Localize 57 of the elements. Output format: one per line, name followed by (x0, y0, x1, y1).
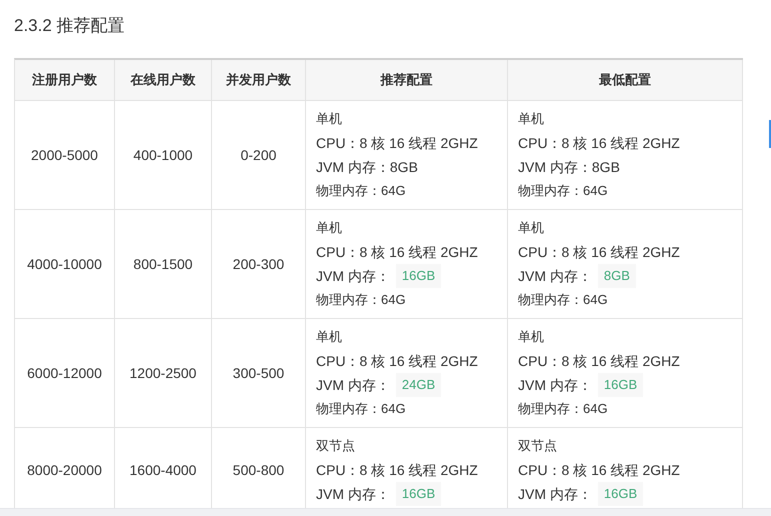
jvm-label: JVM 内存： (518, 485, 592, 504)
table-cell-text: 800-1500 (133, 255, 193, 274)
column-header: 并发用户数 (212, 60, 306, 101)
jvm-label: JVM 内存： (316, 485, 390, 504)
deploy-mode: 单机 (518, 110, 545, 128)
table-cell-text: 6000-12000 (27, 364, 102, 383)
scroll-indicator (769, 120, 771, 148)
jvm-label: JVM 内存： (518, 376, 592, 395)
table-cell-text: 4000-10000 (27, 255, 102, 274)
deploy-mode: 单机 (316, 110, 343, 128)
table-cell-text: 300-500 (232, 364, 284, 383)
table-cell-text: 1600-4000 (130, 461, 196, 480)
cpu-spec: CPU：8 核 16 线程 2GHZ (518, 461, 681, 480)
table-cell-text: 500-800 (232, 461, 284, 480)
jvm-label: JVM 内存： (518, 267, 592, 286)
jvm-value: 16GB (396, 482, 442, 506)
cpu-spec: CPU：8 核 16 线程 2GHZ (518, 134, 681, 153)
memory-spec: 物理内存：64G (518, 291, 609, 309)
cpu-spec: CPU：8 核 16 线程 2GHZ (316, 134, 479, 153)
memory-spec: 物理内存：64G (316, 182, 407, 200)
jvm-value: 8GB (598, 264, 636, 288)
table-cell-text: 0-200 (240, 146, 276, 165)
memory-spec: 物理内存：64G (518, 400, 609, 418)
column-header: 推荐配置 (306, 60, 508, 101)
jvm-value: 16GB (598, 482, 644, 506)
cpu-spec: CPU：8 核 16 线程 2GHZ (316, 243, 479, 262)
deploy-mode: 单机 (518, 328, 545, 346)
cpu-spec: CPU：8 核 16 线程 2GHZ (316, 352, 479, 371)
jvm-label: JVM 内存： (518, 158, 592, 177)
jvm-value: 8GB (592, 158, 620, 177)
table-cell-text: 8000-20000 (27, 461, 102, 480)
deploy-mode: 双节点 (316, 437, 356, 455)
jvm-label: JVM 内存： (316, 267, 390, 286)
deploy-mode: 双节点 (518, 437, 558, 455)
cpu-spec: CPU：8 核 16 线程 2GHZ (518, 243, 681, 262)
deploy-mode: 单机 (518, 219, 545, 237)
cpu-spec: CPU：8 核 16 线程 2GHZ (316, 461, 479, 480)
jvm-value: 8GB (390, 158, 418, 177)
table-cell-text: 2000-5000 (31, 146, 98, 165)
table-cell-text: 400-1000 (133, 146, 193, 165)
deploy-mode: 单机 (316, 219, 343, 237)
section-heading: 2.3.2 推荐配置 (14, 15, 126, 37)
jvm-label: JVM 内存： (316, 376, 390, 395)
jvm-label: JVM 内存： (316, 158, 390, 177)
jvm-value: 24GB (396, 373, 442, 397)
memory-spec: 物理内存：64G (316, 400, 407, 418)
table-cell-text: 200-300 (232, 255, 284, 274)
jvm-value: 16GB (396, 264, 442, 288)
column-header: 注册用户数 (15, 60, 115, 101)
table-cell-text: 1200-2500 (130, 364, 196, 383)
column-header: 最低配置 (508, 60, 743, 101)
cpu-spec: CPU：8 核 16 线程 2GHZ (518, 352, 681, 371)
memory-spec: 物理内存：64G (316, 291, 407, 309)
memory-spec: 物理内存：64G (518, 182, 609, 200)
jvm-value: 16GB (598, 373, 644, 397)
deploy-mode: 单机 (316, 328, 343, 346)
column-header: 在线用户数 (115, 60, 212, 101)
